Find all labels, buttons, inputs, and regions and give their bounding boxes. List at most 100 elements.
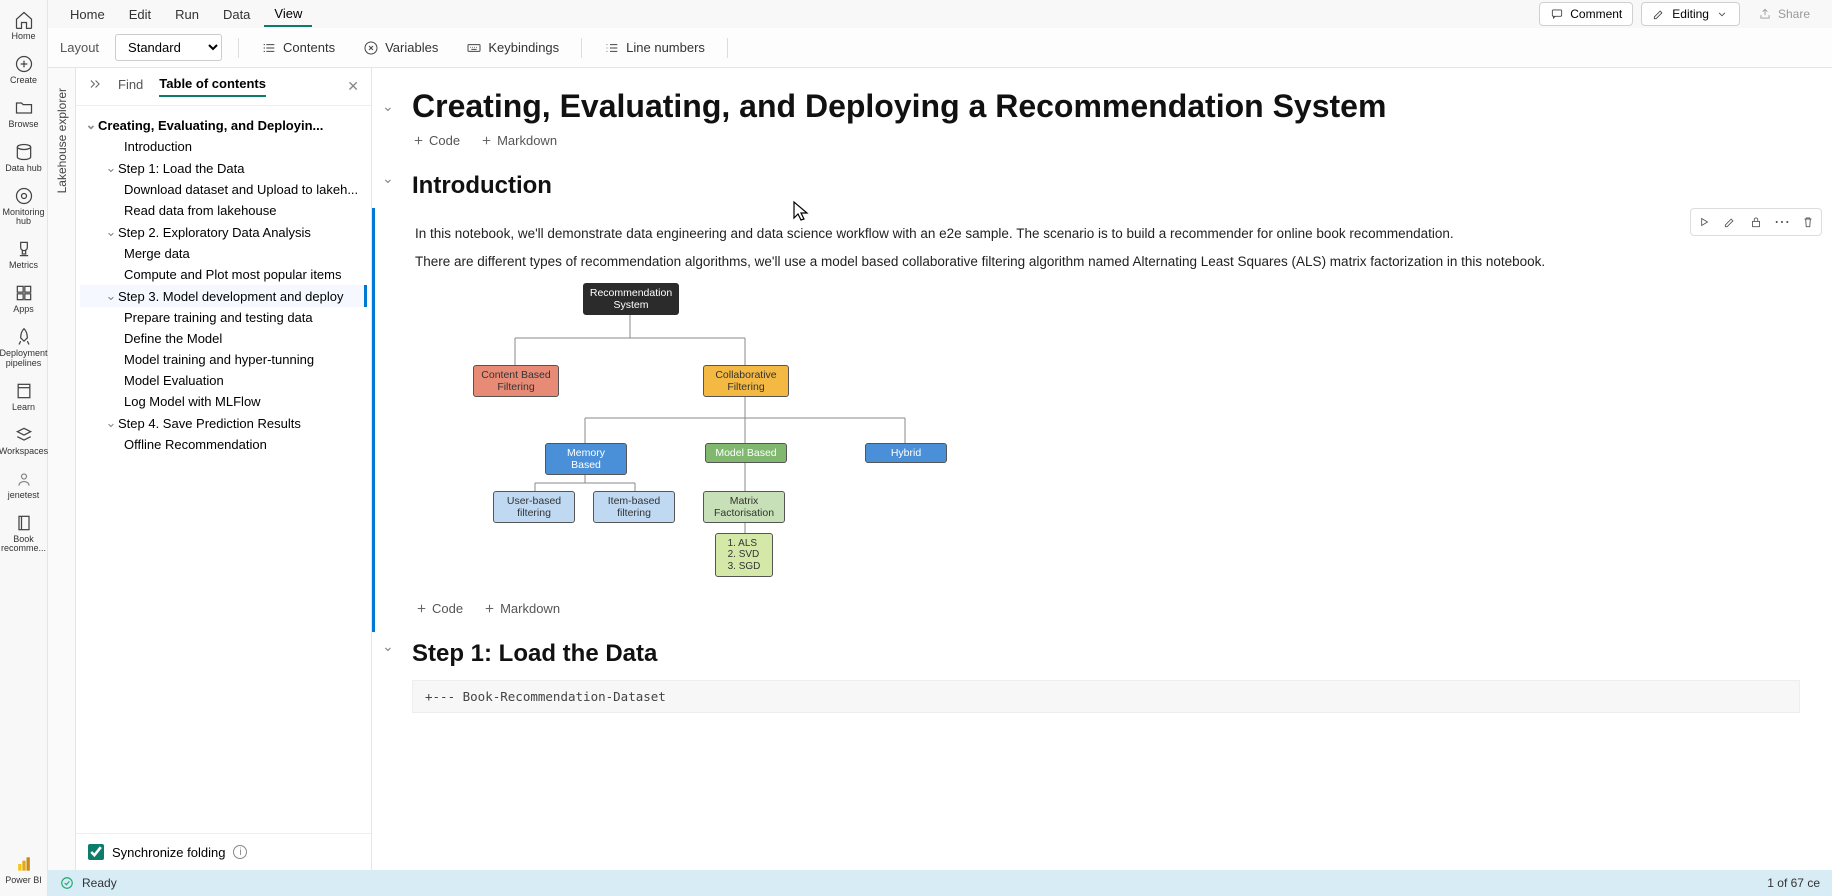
nav-monitoring[interactable]: Monitoring hub bbox=[0, 180, 48, 234]
plus-icon bbox=[483, 602, 496, 615]
user-icon bbox=[14, 469, 34, 489]
book-icon bbox=[14, 381, 34, 401]
sync-folding-checkbox[interactable] bbox=[88, 844, 104, 860]
recommendation-diagram: Recommendation System Content Based Filt… bbox=[435, 283, 955, 583]
menu-home[interactable]: Home bbox=[60, 3, 115, 26]
toc-item[interactable]: Offline Recommendation bbox=[80, 434, 367, 455]
diagram-node: Item-based filtering bbox=[593, 491, 675, 523]
notebook-icon bbox=[14, 513, 34, 533]
plus-circle-icon bbox=[14, 54, 34, 74]
nav-apps[interactable]: Apps bbox=[0, 277, 48, 321]
comment-icon bbox=[1550, 7, 1564, 21]
pencil-icon bbox=[1652, 7, 1666, 21]
check-circle-icon bbox=[60, 876, 74, 890]
toc-item[interactable]: Model Evaluation bbox=[80, 370, 367, 391]
variables-button[interactable]: Variables bbox=[357, 40, 444, 56]
layout-label: Layout bbox=[60, 40, 99, 55]
intro-paragraph: There are different types of recommendat… bbox=[415, 252, 1800, 272]
plus-icon bbox=[480, 134, 493, 147]
close-panel-icon[interactable]: ✕ bbox=[347, 78, 359, 95]
comment-button[interactable]: Comment bbox=[1539, 2, 1633, 26]
toc-item[interactable]: ⌄Step 1: Load the Data bbox=[80, 157, 367, 179]
chevron-down-icon: ⌄ bbox=[104, 415, 118, 431]
cell-delete-icon[interactable] bbox=[1797, 211, 1819, 233]
nav-powerbi[interactable]: Power BI bbox=[0, 848, 48, 892]
share-button[interactable]: Share bbox=[1748, 2, 1820, 26]
toc-item[interactable]: Read data from lakehouse bbox=[80, 200, 367, 221]
layers-icon bbox=[14, 425, 34, 445]
nav-create[interactable]: Create bbox=[0, 48, 48, 92]
nav-learn[interactable]: Learn bbox=[0, 375, 48, 419]
toc-item[interactable]: Introduction bbox=[80, 136, 367, 157]
database-icon bbox=[14, 142, 34, 162]
nav-book[interactable]: Book recomme... bbox=[0, 507, 48, 561]
fold-icon[interactable]: ⌄ bbox=[382, 170, 394, 187]
nav-browse[interactable]: Browse bbox=[0, 92, 48, 136]
toc-item[interactable]: ⌄Step 2. Exploratory Data Analysis bbox=[80, 221, 367, 243]
cell-edit-icon[interactable] bbox=[1719, 211, 1741, 233]
rocket-icon bbox=[14, 327, 34, 347]
numbered-list-icon bbox=[604, 40, 620, 56]
add-code-button[interactable]: Code bbox=[412, 133, 460, 148]
menu-run[interactable]: Run bbox=[165, 3, 209, 26]
home-icon bbox=[14, 10, 34, 30]
diagram-node: Content Based Filtering bbox=[473, 365, 559, 397]
fold-icon[interactable]: ⌄ bbox=[382, 98, 394, 115]
nav-metrics[interactable]: Metrics bbox=[0, 233, 48, 277]
cell-more-icon[interactable]: ⋯ bbox=[1771, 211, 1793, 233]
add-code-button[interactable]: Code bbox=[415, 601, 463, 616]
collapse-panel-icon[interactable] bbox=[88, 77, 102, 96]
toc-item[interactable]: ⌄Step 4. Save Prediction Results bbox=[80, 412, 367, 434]
intro-heading: Introduction bbox=[412, 172, 1800, 200]
nav-home[interactable]: Home bbox=[0, 4, 48, 48]
toc-root[interactable]: ⌄ Creating, Evaluating, and Deployin... bbox=[80, 114, 367, 136]
toc-item[interactable]: Compute and Plot most popular items bbox=[80, 264, 367, 285]
folder-icon bbox=[14, 98, 34, 118]
toc-item[interactable]: Model training and hyper-tunning bbox=[80, 349, 367, 370]
add-markdown-button[interactable]: Markdown bbox=[483, 601, 560, 616]
toc-item[interactable]: Download dataset and Upload to lakeh... bbox=[80, 179, 367, 200]
list-icon bbox=[261, 40, 277, 56]
nav-deployment[interactable]: Deployment pipelines bbox=[0, 321, 48, 375]
toc-tab[interactable]: Table of contents bbox=[159, 76, 266, 97]
nav-jenetest[interactable]: jenetest bbox=[0, 463, 48, 507]
editing-button[interactable]: Editing bbox=[1641, 2, 1740, 26]
toc-item[interactable]: Log Model with MLFlow bbox=[80, 391, 367, 412]
chevron-down-icon: ⌄ bbox=[84, 117, 98, 133]
toc-item[interactable]: Prepare training and testing data bbox=[80, 307, 367, 328]
menu-edit[interactable]: Edit bbox=[119, 3, 161, 26]
menu-data[interactable]: Data bbox=[213, 3, 260, 26]
cell-toolbar: ⋯ bbox=[1690, 208, 1822, 236]
linenumbers-button[interactable]: Line numbers bbox=[598, 40, 711, 56]
diagram-node: 1. ALS 2. SVD 3. SGD bbox=[715, 533, 773, 578]
diagram-node: Matrix Factorisation bbox=[703, 491, 785, 523]
menu-view[interactable]: View bbox=[264, 2, 312, 27]
powerbi-icon bbox=[14, 854, 34, 874]
keyboard-icon bbox=[466, 40, 482, 56]
nav-datahub[interactable]: Data hub bbox=[0, 136, 48, 180]
notebook-title: Creating, Evaluating, and Deploying a Re… bbox=[412, 88, 1800, 125]
cell-run-icon[interactable] bbox=[1693, 211, 1715, 233]
chevron-down-icon: ⌄ bbox=[104, 160, 118, 176]
diagram-node: Model Based bbox=[705, 443, 787, 463]
toc-item[interactable]: ⌄Step 3. Model development and deploy bbox=[80, 285, 367, 307]
intro-paragraph: In this notebook, we'll demonstrate data… bbox=[415, 224, 1800, 244]
keybindings-button[interactable]: Keybindings bbox=[460, 40, 565, 56]
eye-icon bbox=[14, 186, 34, 206]
layout-select[interactable]: Standard bbox=[115, 34, 222, 61]
plus-icon bbox=[412, 134, 425, 147]
add-markdown-button[interactable]: Markdown bbox=[480, 133, 557, 148]
step1-heading: Step 1: Load the Data bbox=[412, 640, 1800, 668]
contents-button[interactable]: Contents bbox=[255, 40, 341, 56]
diagram-node: User-based filtering bbox=[493, 491, 575, 523]
fold-icon[interactable]: ⌄ bbox=[382, 638, 394, 655]
toc-item[interactable]: Merge data bbox=[80, 243, 367, 264]
variable-icon bbox=[363, 40, 379, 56]
nav-workspaces[interactable]: Workspaces bbox=[0, 419, 48, 463]
lakehouse-explorer-strip[interactable]: Lakehouse explorer bbox=[48, 68, 76, 870]
find-tab[interactable]: Find bbox=[118, 77, 143, 96]
toc-item[interactable]: Define the Model bbox=[80, 328, 367, 349]
cell-counter: 1 of 67 ce bbox=[1767, 876, 1820, 890]
cell-lock-icon[interactable] bbox=[1745, 211, 1767, 233]
info-icon[interactable]: i bbox=[233, 845, 247, 859]
